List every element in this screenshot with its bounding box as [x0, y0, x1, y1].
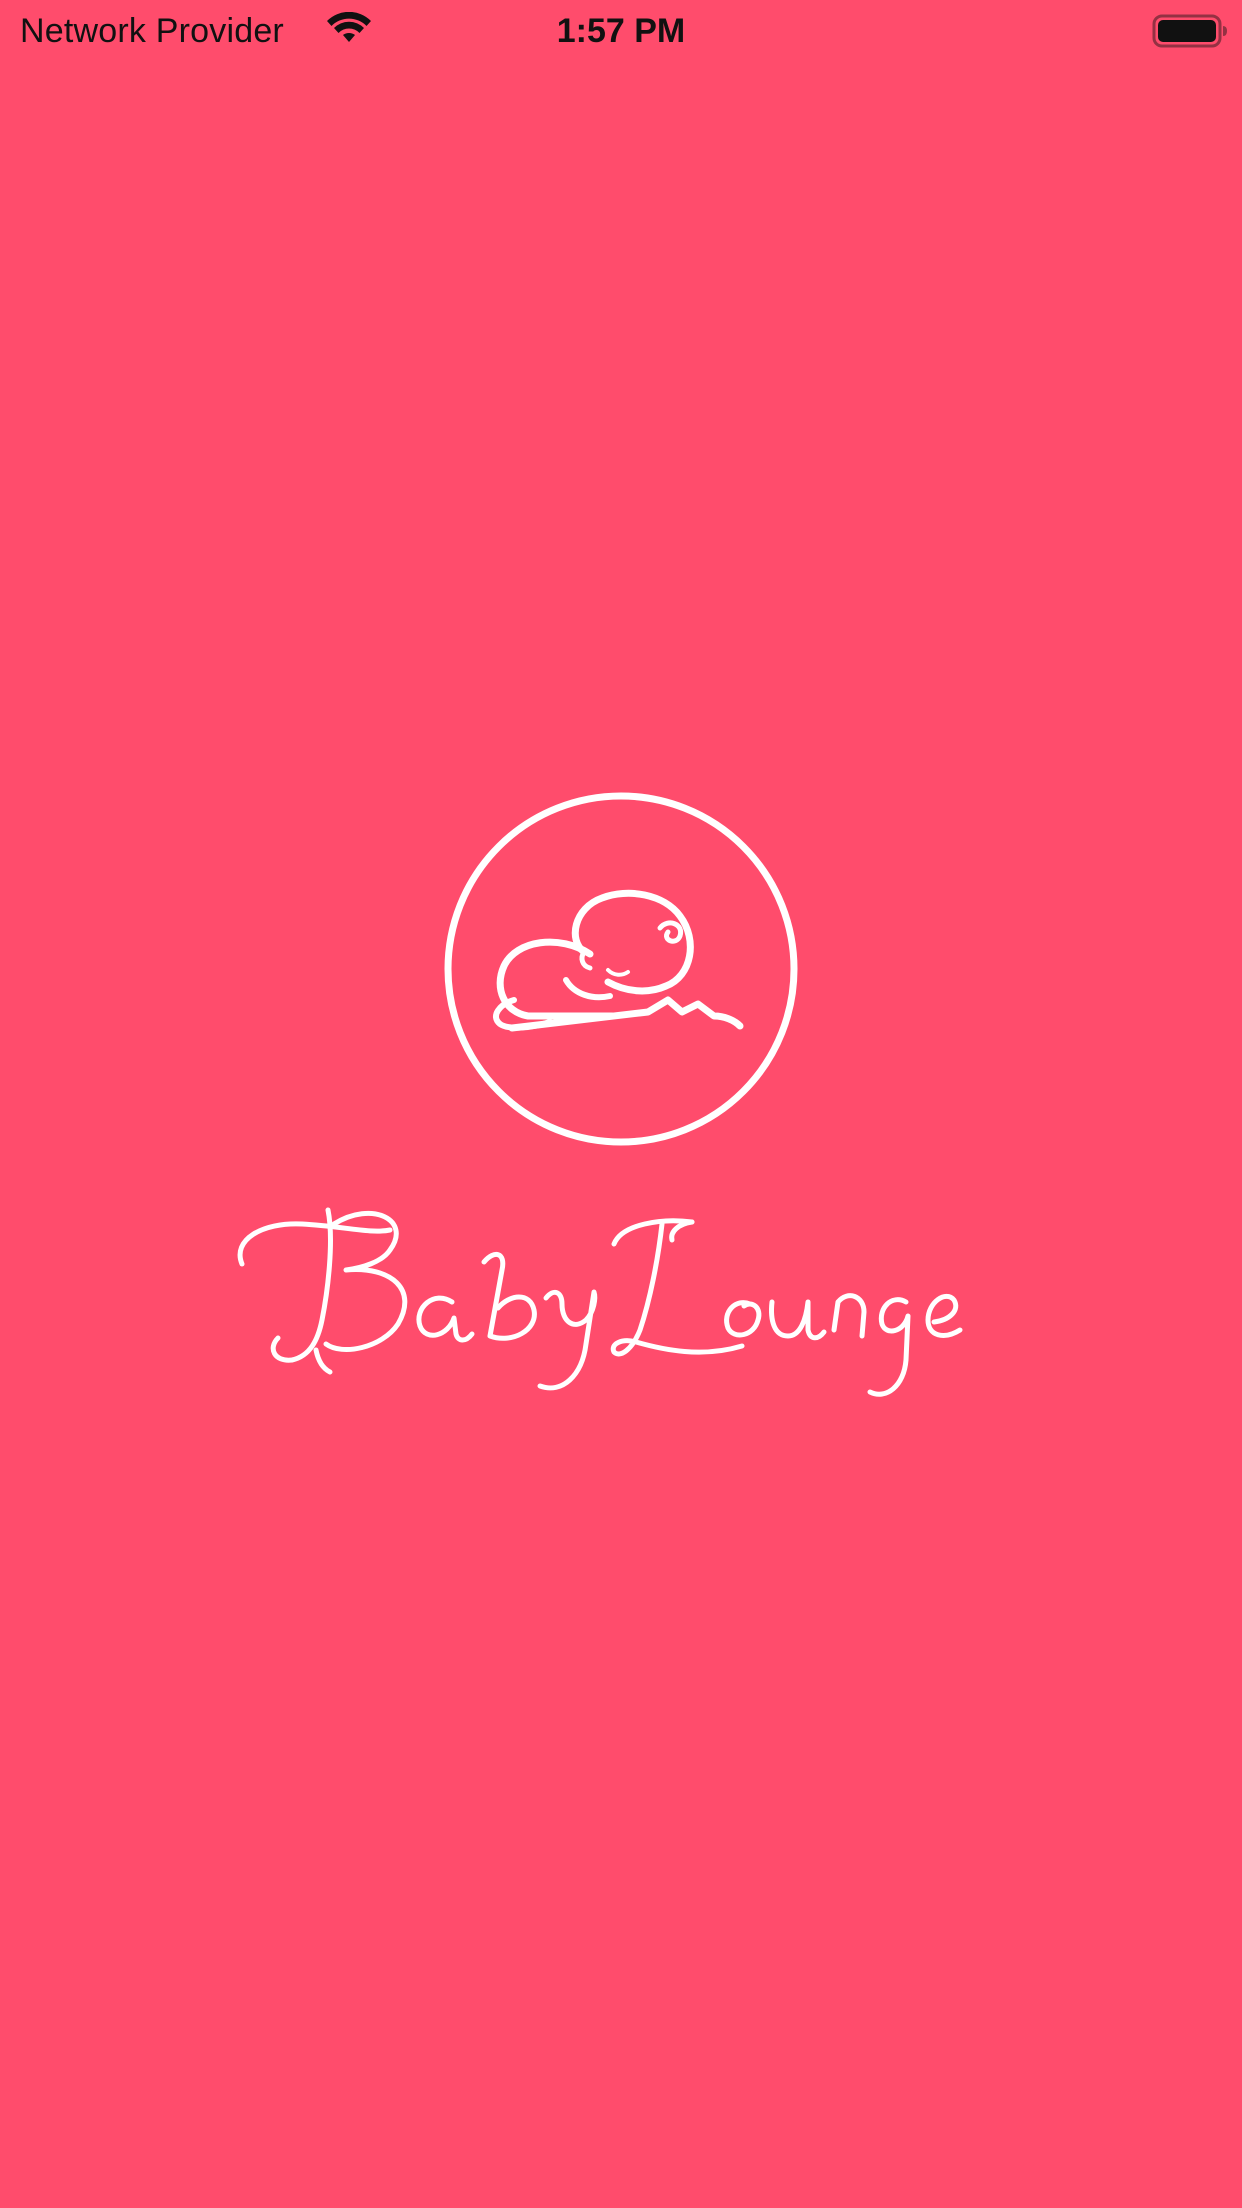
sleeping-baby-logo-icon: [444, 792, 798, 1146]
splash-screen: Network Provider 1:57 PM: [0, 0, 1242, 2208]
splash-logo: [0, 0, 1242, 2208]
babylounge-wordmark-logo: [237, 1207, 963, 1397]
